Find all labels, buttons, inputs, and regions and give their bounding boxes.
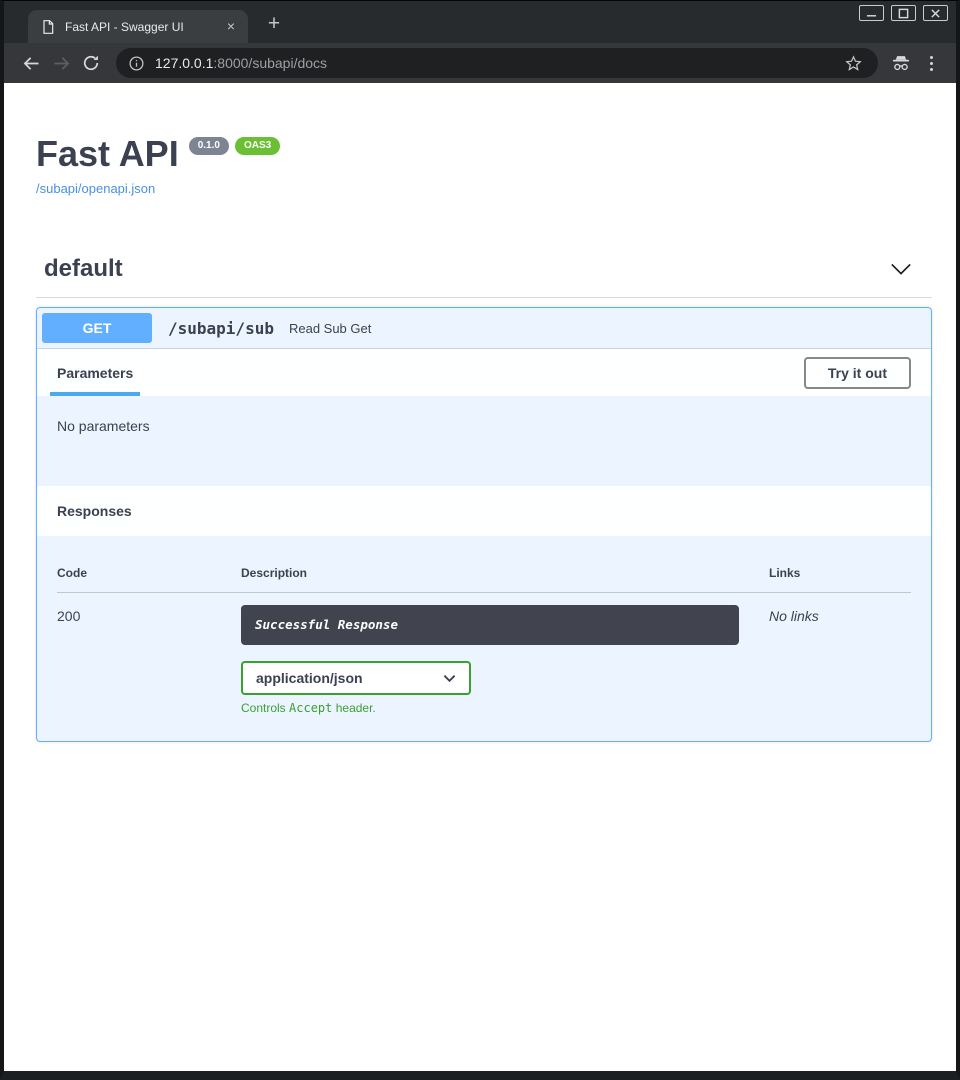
parameters-header-bar: Parameters Try it out	[37, 349, 931, 396]
page-favicon-icon	[40, 19, 56, 35]
browser-toolbar: 127.0.0.1:8000/subapi/docs	[4, 43, 956, 83]
tab-title: Fast API - Swagger UI	[65, 20, 222, 34]
incognito-icon	[886, 48, 916, 78]
window-controls	[859, 5, 948, 21]
new-tab-button[interactable]: +	[262, 13, 286, 37]
table-row: 200 Successful Response application/json	[57, 593, 911, 715]
responses-header-bar: Responses	[37, 486, 931, 536]
responses-title: Responses	[57, 503, 132, 519]
opblock-get-subapi-sub: GET /subapi/sub Read Sub Get Parameters …	[36, 307, 932, 742]
operation-path: /subapi/sub	[168, 319, 274, 338]
minimize-button[interactable]	[859, 5, 884, 21]
try-it-out-button[interactable]: Try it out	[804, 357, 911, 389]
column-header-description: Description	[241, 566, 769, 580]
openapi-spec-link[interactable]: /subapi/openapi.json	[36, 181, 155, 196]
column-header-code: Code	[57, 566, 241, 580]
reload-button[interactable]	[76, 48, 106, 78]
version-badge: 0.1.0	[189, 137, 229, 155]
select-chevron-down-icon	[443, 674, 456, 683]
media-type-select[interactable]: application/json	[241, 661, 471, 695]
responses-table-header: Code Description Links	[57, 566, 911, 593]
back-button[interactable]	[16, 48, 46, 78]
url-host: 127.0.0.1	[155, 55, 213, 71]
no-parameters-text: No parameters	[57, 418, 150, 434]
swagger-page: Fast API 0.1.0 OAS3 /subapi/openapi.json…	[4, 83, 956, 1071]
response-links: No links	[769, 605, 911, 624]
kebab-menu-icon	[930, 56, 933, 71]
response-code: 200	[57, 605, 241, 624]
tag-name: default	[44, 255, 123, 283]
column-header-links: Links	[769, 566, 911, 580]
bookmark-star-icon[interactable]	[838, 48, 868, 78]
tab-parameters[interactable]: Parameters	[57, 349, 133, 396]
tab-close-icon[interactable]: ×	[222, 18, 240, 36]
media-type-selected: application/json	[256, 670, 363, 686]
response-description-box: Successful Response	[241, 605, 739, 645]
browser-menu-button[interactable]	[916, 48, 946, 78]
api-info: Fast API 0.1.0 OAS3 /subapi/openapi.json	[36, 83, 932, 198]
collapse-chevron-icon[interactable]	[890, 262, 912, 276]
oas3-badge: OAS3	[235, 137, 280, 155]
operation-description: Read Sub Get	[289, 321, 371, 336]
parameters-tab-label: Parameters	[57, 365, 133, 381]
accept-header-hint: Controls Accept header.	[241, 701, 769, 715]
parameters-body: No parameters	[37, 396, 931, 486]
hint-suffix: header.	[332, 701, 375, 715]
close-window-button[interactable]	[923, 5, 948, 21]
site-info-icon[interactable]	[128, 55, 145, 72]
tag-header-default[interactable]: default	[36, 255, 932, 298]
browser-window: Fast API - Swagger UI × +	[0, 0, 960, 1080]
api-title: Fast API	[36, 133, 179, 175]
browser-tab[interactable]: Fast API - Swagger UI ×	[28, 10, 248, 43]
responses-body: Code Description Links 200 Successful Re…	[37, 536, 931, 741]
http-method-badge[interactable]: GET	[42, 313, 152, 343]
operation-summary[interactable]: GET /subapi/sub Read Sub Get	[37, 308, 931, 349]
titlebar: Fast API - Swagger UI × +	[4, 1, 956, 43]
tag-section-default: default GET /subapi/sub Read Sub Get	[36, 255, 932, 742]
url-path: :8000/subapi/docs	[213, 55, 327, 71]
url-text: 127.0.0.1:8000/subapi/docs	[155, 55, 838, 71]
forward-button[interactable]	[46, 48, 76, 78]
response-description-text: Successful Response	[255, 617, 398, 632]
address-bar[interactable]: 127.0.0.1:8000/subapi/docs	[116, 48, 878, 78]
maximize-button[interactable]	[891, 5, 916, 21]
hint-prefix: Controls	[241, 701, 289, 715]
hint-code: Accept	[289, 701, 332, 715]
